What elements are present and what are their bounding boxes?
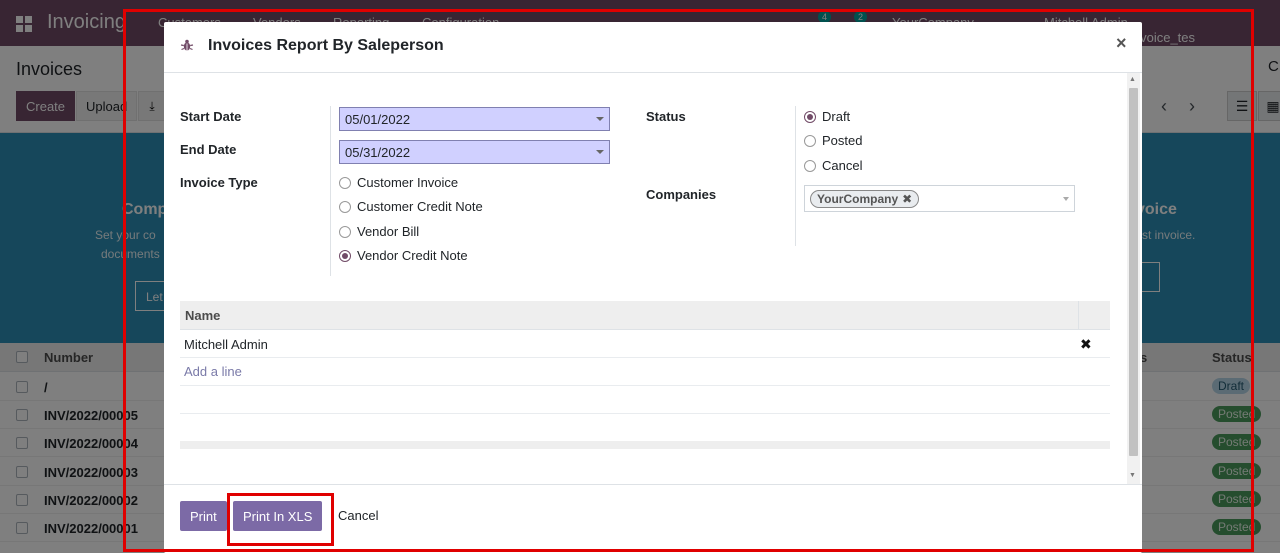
radio-icon[interactable] <box>339 176 351 189</box>
table-row[interactable]: Mitchell Admin ✖ <box>180 330 1110 358</box>
companies-field[interactable]: YourCompany ✖ <box>804 185 1075 212</box>
column-divider <box>1078 301 1079 330</box>
radio-label: Cancel <box>822 158 863 173</box>
dialog-title: Invoices Report By Saleperson <box>208 37 444 54</box>
chevron-down-icon <box>596 150 604 154</box>
delete-row-icon[interactable]: ✖ <box>1080 336 1092 353</box>
remove-tag-icon[interactable]: ✖ <box>902 191 912 207</box>
chevron-down-icon <box>596 117 604 121</box>
radio-label: Vendor Credit Note <box>357 248 468 263</box>
dialog-body: Start Date End Date Invoice Type 05/01/2… <box>164 73 1142 484</box>
radio-selected-icon[interactable] <box>804 110 816 123</box>
salesperson-table: Name Mitchell Admin ✖ Add a line <box>180 301 1110 449</box>
invoice-type-customer-credit-note[interactable]: Customer Credit Note <box>339 199 483 214</box>
scroll-down-icon[interactable]: ▼ <box>1129 472 1136 479</box>
left-group-divider <box>330 106 331 276</box>
end-date-value: 05/31/2022 <box>345 145 411 160</box>
salesperson-name[interactable]: Mitchell Admin <box>184 337 268 352</box>
table-footer <box>180 441 1110 449</box>
status-posted[interactable]: Posted <box>804 133 862 148</box>
radio-icon[interactable] <box>804 159 816 172</box>
radio-icon[interactable] <box>339 225 351 238</box>
status-cancel[interactable]: Cancel <box>804 158 862 173</box>
status-label: Status <box>646 109 686 124</box>
invoice-type-vendor-credit-note[interactable]: Vendor Credit Note <box>339 248 468 263</box>
dialog-header: Invoices Report By Saleperson × <box>164 22 1142 73</box>
print-button[interactable]: Print <box>180 501 227 531</box>
invoice-type-label: Invoice Type <box>180 175 258 190</box>
radio-selected-icon[interactable] <box>339 249 351 262</box>
cancel-button[interactable]: Cancel <box>338 508 378 523</box>
end-date-input[interactable]: 05/31/2022 <box>339 140 610 164</box>
empty-row <box>180 386 1110 414</box>
company-tag: YourCompany ✖ <box>810 190 920 208</box>
bug-icon <box>180 39 194 51</box>
report-wizard-dialog: Invoices Report By Saleperson × Start Da… <box>164 22 1142 553</box>
radio-label: Posted <box>822 133 863 148</box>
status-draft[interactable]: Draft <box>804 109 850 124</box>
dialog-footer: Print Print In XLS Cancel <box>164 484 1142 553</box>
right-group-divider <box>795 106 796 246</box>
radio-label: Customer Invoice <box>357 175 459 190</box>
start-date-input[interactable]: 05/01/2022 <box>339 107 610 131</box>
radio-label: Vendor Bill <box>357 224 420 239</box>
add-line-row: Add a line <box>180 358 1110 386</box>
add-line-link[interactable]: Add a line <box>184 364 242 379</box>
companies-label: Companies <box>646 187 717 202</box>
column-name[interactable]: Name <box>185 308 220 323</box>
radio-label: Customer Credit Note <box>357 199 483 214</box>
end-date-label: End Date <box>180 142 237 157</box>
scrollbar-thumb[interactable] <box>1129 88 1138 456</box>
scroll-up-icon[interactable]: ▲ <box>1129 76 1136 83</box>
start-date-value: 05/01/2022 <box>345 112 411 127</box>
radio-icon[interactable] <box>339 200 351 213</box>
close-icon[interactable]: × <box>1116 33 1127 54</box>
company-tag-label: YourCompany <box>817 192 899 206</box>
table-header: Name <box>180 301 1110 330</box>
chevron-down-icon[interactable] <box>1063 197 1069 201</box>
invoice-type-customer-invoice[interactable]: Customer Invoice <box>339 175 458 190</box>
radio-label: Draft <box>822 109 851 124</box>
invoice-type-vendor-bill[interactable]: Vendor Bill <box>339 224 419 239</box>
print-xls-button[interactable]: Print In XLS <box>233 501 323 531</box>
radio-icon[interactable] <box>804 134 816 147</box>
start-date-label: Start Date <box>180 109 242 124</box>
